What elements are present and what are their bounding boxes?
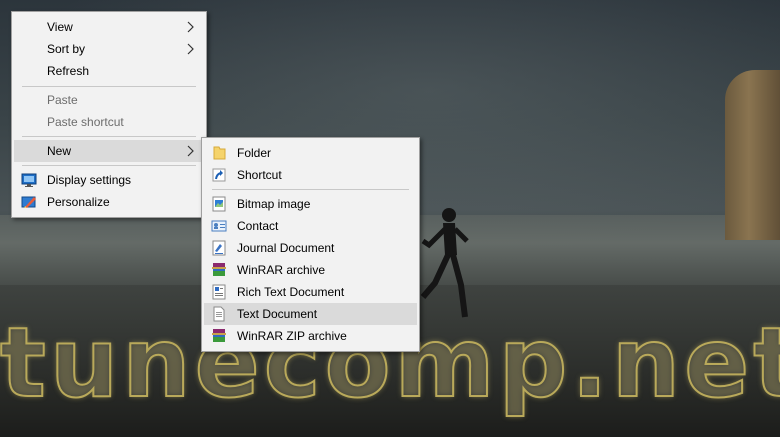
new-submenu: Folder Shortcut Bitmap image Contact Jou… [201,137,420,352]
menu-separator [212,189,409,190]
menu-item-paste: Paste [14,89,204,111]
menu-item-personalize[interactable]: Personalize [14,191,204,213]
submenu-item-text-document[interactable]: Text Document [204,303,417,325]
submenu-item-bitmap-image-label: Bitmap image [237,197,311,211]
menu-item-sort-by-label: Sort by [47,42,86,56]
submenu-item-shortcut[interactable]: Shortcut [204,164,417,186]
rich-text-document-icon [212,284,226,300]
menu-separator [22,86,196,87]
menu-item-view-label: View [47,20,73,34]
submenu-item-journal-document-label: Journal Document [237,241,335,255]
menu-item-display-settings[interactable]: Display settings [14,169,204,191]
personalize-icon [21,196,36,208]
menu-item-personalize-label: Personalize [47,195,110,209]
winrar-archive-icon [212,263,226,276]
submenu-item-text-document-label: Text Document [237,307,318,321]
bitmap-image-icon [212,196,226,212]
submenu-item-shortcut-label: Shortcut [237,168,282,182]
chevron-right-icon [187,21,194,33]
submenu-item-folder[interactable]: Folder [204,142,417,164]
menu-separator [22,136,196,137]
submenu-item-contact[interactable]: Contact [204,215,417,237]
menu-separator [22,165,196,166]
menu-item-sort-by[interactable]: Sort by [14,38,204,60]
menu-item-paste-label: Paste [47,93,78,107]
submenu-item-journal-document[interactable]: Journal Document [204,237,417,259]
contact-card-icon [211,220,227,232]
menu-item-paste-shortcut: Paste shortcut [14,111,204,133]
submenu-item-rich-text-document-label: Rich Text Document [237,285,345,299]
menu-item-view[interactable]: View [14,16,204,38]
cliff [725,70,780,240]
menu-item-refresh[interactable]: Refresh [14,60,204,82]
menu-item-display-settings-label: Display settings [47,173,132,187]
submenu-item-winrar-zip-archive-label: WinRAR ZIP archive [237,329,347,343]
winrar-zip-archive-icon [212,329,226,342]
submenu-item-winrar-archive[interactable]: WinRAR archive [204,259,417,281]
desktop-context-menu: View Sort by Refresh Paste Paste shortcu… [11,11,207,218]
chevron-right-icon [187,145,194,157]
chevron-right-icon [187,43,194,55]
text-document-icon [213,306,225,322]
shortcut-icon [212,168,226,182]
menu-item-paste-shortcut-label: Paste shortcut [47,115,124,129]
folder-icon [213,146,226,160]
menu-item-new[interactable]: New [14,140,204,162]
submenu-item-winrar-zip-archive[interactable]: WinRAR ZIP archive [204,325,417,347]
submenu-item-folder-label: Folder [237,146,272,160]
monitor-icon [21,173,37,187]
menu-item-new-label: New [47,144,72,158]
submenu-item-bitmap-image[interactable]: Bitmap image [204,193,417,215]
menu-item-refresh-label: Refresh [47,64,90,78]
submenu-item-rich-text-document[interactable]: Rich Text Document [204,281,417,303]
journal-document-icon [212,240,226,256]
submenu-item-winrar-archive-label: WinRAR archive [237,263,326,277]
submenu-item-contact-label: Contact [237,219,279,233]
